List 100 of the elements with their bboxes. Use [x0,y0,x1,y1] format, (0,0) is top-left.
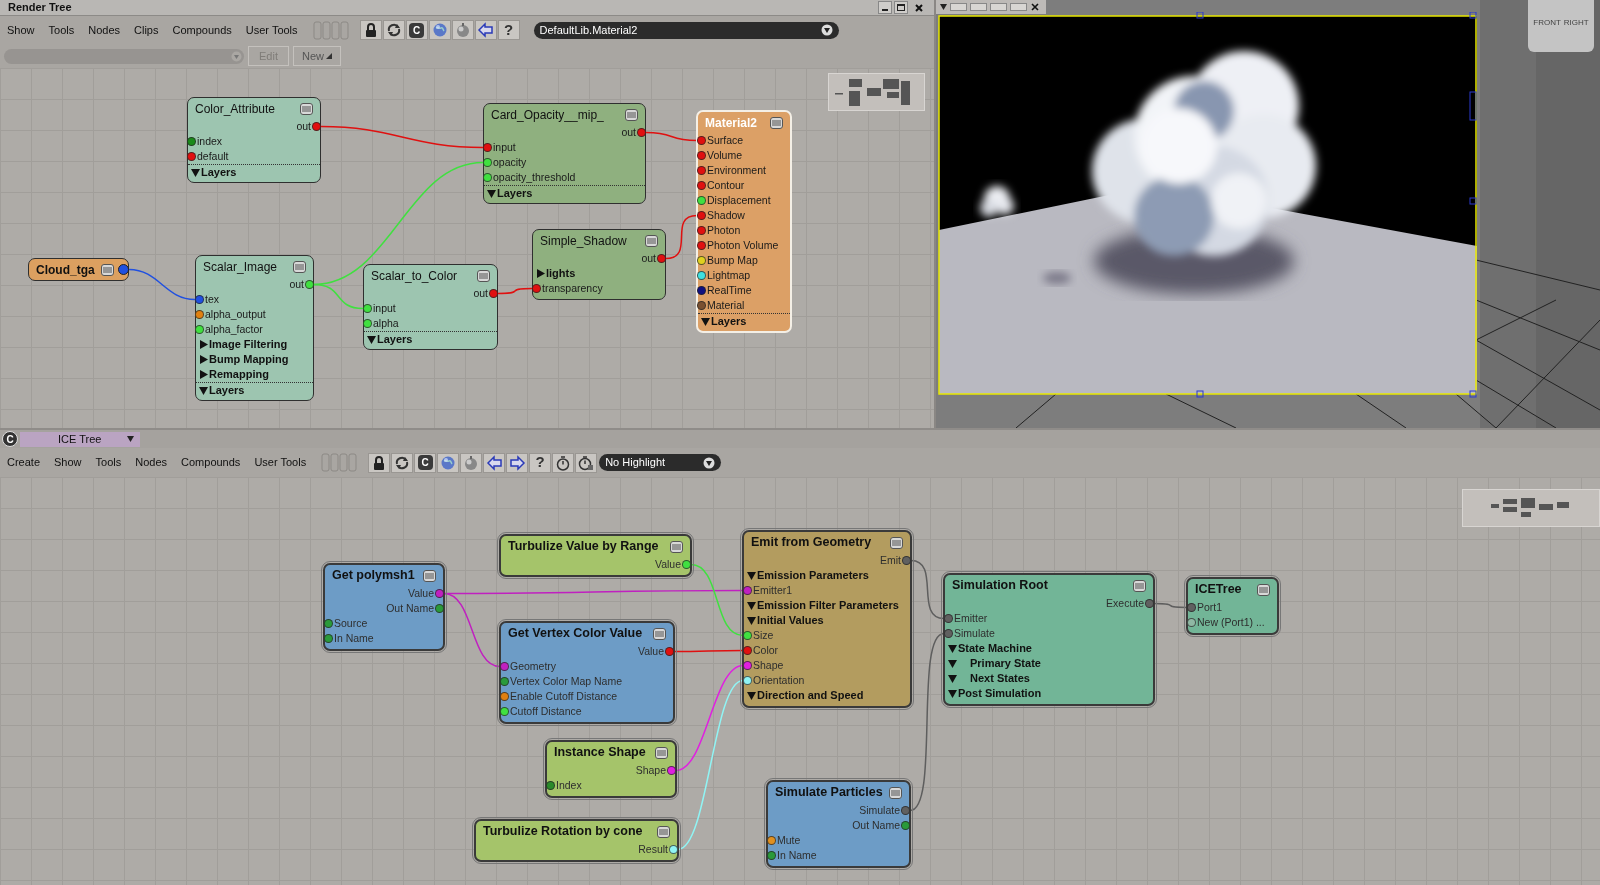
lock-button[interactable] [368,452,391,473]
connection-wire[interactable] [313,283,364,310]
connection-wire[interactable] [497,287,533,295]
node-card[interactable]: Cloud_tga [28,258,129,281]
help-button[interactable]: ? [497,20,520,40]
menu-item[interactable]: Clips [127,21,166,39]
highlight-dropdown[interactable]: No Highlight [599,454,722,471]
collapse-triangle-icon[interactable] [948,659,957,668]
node-card[interactable]: Scalar_to_Color out input alpha Layers [363,264,498,350]
collapse-triangle-icon[interactable] [747,691,756,700]
collapse-triangle-icon[interactable] [487,188,496,198]
material-dropdown[interactable]: DefaultLib.Material2 [533,21,839,39]
node-menu-icon[interactable] [657,825,670,838]
node-menu-icon[interactable] [477,269,490,282]
panel-button[interactable]: C [2,431,18,447]
collapse-triangle-icon[interactable] [747,601,756,610]
node-menu-icon[interactable] [890,536,903,549]
connection-wire[interactable] [910,559,945,620]
collapse-triangle-icon[interactable] [701,316,710,326]
node-menu-icon[interactable] [655,746,668,759]
menu-item[interactable]: Compounds [165,21,239,39]
view-cube[interactable]: FRONT RIGHT [1528,0,1594,52]
view-selector-label: ICE Tree [58,431,102,447]
node-card[interactable]: Simple_Shadow out lights transparency [532,229,666,300]
node-card[interactable]: Turbulize Rotation by cone Result [474,819,679,862]
collapse-triangle-icon[interactable] [367,334,376,344]
stopwatch-button[interactable] [575,452,598,473]
node-menu-icon[interactable] [423,569,436,582]
collapse-triangle-icon[interactable] [747,616,756,625]
menu-item[interactable]: Compounds [174,454,248,471]
expand-triangle-icon[interactable] [199,340,208,349]
connection-wire[interactable] [665,214,698,260]
node-card[interactable]: Material2 Surface Volume Environment Contour Displacement Shadow Photon Photon Volume Bump Map Lightmap RealTime Material Layers [696,110,792,333]
collapse-triangle-icon[interactable] [948,644,957,653]
connection-wire[interactable] [909,632,945,812]
node-card[interactable]: Scalar_Image out tex alpha_output alpha_factor Image Filtering Bump Mapping Remapping Layers [195,255,314,401]
stopwatch-button[interactable] [552,452,575,473]
collapse-triangle-icon[interactable] [948,674,957,683]
globe-button[interactable] [428,20,451,40]
lock-button[interactable] [359,20,382,40]
navigation-minimap[interactable] [1462,489,1600,527]
close-icon[interactable] [1031,3,1039,11]
c-button[interactable]: C [405,20,428,40]
node-menu-icon[interactable] [625,108,638,121]
menu-item[interactable]: User Tools [247,454,314,471]
collapse-triangle-icon[interactable] [199,385,208,395]
connection-wire[interactable] [690,563,744,637]
collapse-triangle-icon[interactable] [191,167,200,177]
node-menu-icon[interactable] [889,786,902,799]
connection-wire[interactable] [1153,602,1188,609]
node-card[interactable]: ICETree Port1 New (Port1) ... [1186,577,1279,635]
view-selector-dropdown[interactable]: ICE Tree [20,431,140,447]
node-card[interactable]: Emit from Geometry Emit Emission Parameters Emitter1 Emission Filter Parameters Initial Values Size Color Shape Orientation Direction and Speed [742,530,912,708]
node-menu-icon[interactable] [645,234,658,247]
node-card[interactable]: Instance Shape Shape Index [545,740,677,798]
node-card[interactable]: Simulation Root Execute Emitter Simulate State Machine Primary State Next States Post Simulation [943,573,1155,706]
navigation-minimap[interactable] [828,73,925,111]
node-card[interactable]: Card_Opacity__mip_ out input opacity opacity_threshold Layers [483,103,646,204]
expand-triangle-icon[interactable] [199,355,208,364]
menu-item[interactable]: User Tools [238,21,305,39]
menu-item[interactable]: Show [0,21,42,39]
node-card[interactable]: Simulate Particles Simulate Out Name Mute In Name [766,780,911,868]
menu-item[interactable]: Nodes [81,21,127,39]
menu-item[interactable]: Nodes [128,454,175,471]
node-menu-icon[interactable] [770,116,783,129]
node-menu-icon[interactable] [653,627,666,640]
node-menu-icon[interactable] [300,102,313,115]
right-arrow-button[interactable] [506,452,529,473]
connection-wire[interactable] [673,649,744,653]
node-card[interactable]: Get Vertex Color Value Value Geometry Vertex Color Map Name Enable Cutoff Distance Cutoff Distance [499,621,675,724]
maximize-button[interactable] [894,1,908,14]
node-menu-icon[interactable] [1257,583,1270,596]
left-arrow-button[interactable] [483,452,506,473]
minimize-button[interactable] [878,1,892,14]
globe-button[interactable] [437,452,460,473]
refresh-button[interactable] [391,452,414,473]
refresh-button[interactable] [382,20,405,40]
menu-item[interactable]: Show [47,454,89,471]
node-menu-icon[interactable] [101,263,114,276]
search-combo-field[interactable] [4,48,244,64]
node-card[interactable]: Color_Attribute out index default Layers [187,97,321,183]
caret-icon[interactable] [940,4,947,10]
expand-triangle-icon[interactable] [199,370,208,379]
node-card[interactable]: Get polymsh1 Value Out Name Source In Name [323,563,445,651]
node-menu-icon[interactable] [293,260,306,273]
menu-item[interactable]: Tools [88,454,129,471]
node-card[interactable]: Turbulize Value by Range Value [499,534,692,577]
menu-item[interactable]: Create [0,454,48,471]
collapse-triangle-icon[interactable] [948,689,957,698]
left-arrow-button[interactable] [474,20,497,40]
node-menu-icon[interactable] [1133,579,1146,592]
connection-wire[interactable] [443,592,501,668]
node-menu-icon[interactable] [670,540,683,553]
menu-item[interactable]: Tools [41,21,82,39]
collapse-triangle-icon[interactable] [747,571,756,580]
expand-triangle-icon[interactable] [536,269,545,278]
c-button[interactable]: C [414,452,437,473]
connection-wire[interactable] [645,131,698,142]
help-button[interactable]: ? [529,452,552,473]
group-label: Primary State [969,656,1041,672]
